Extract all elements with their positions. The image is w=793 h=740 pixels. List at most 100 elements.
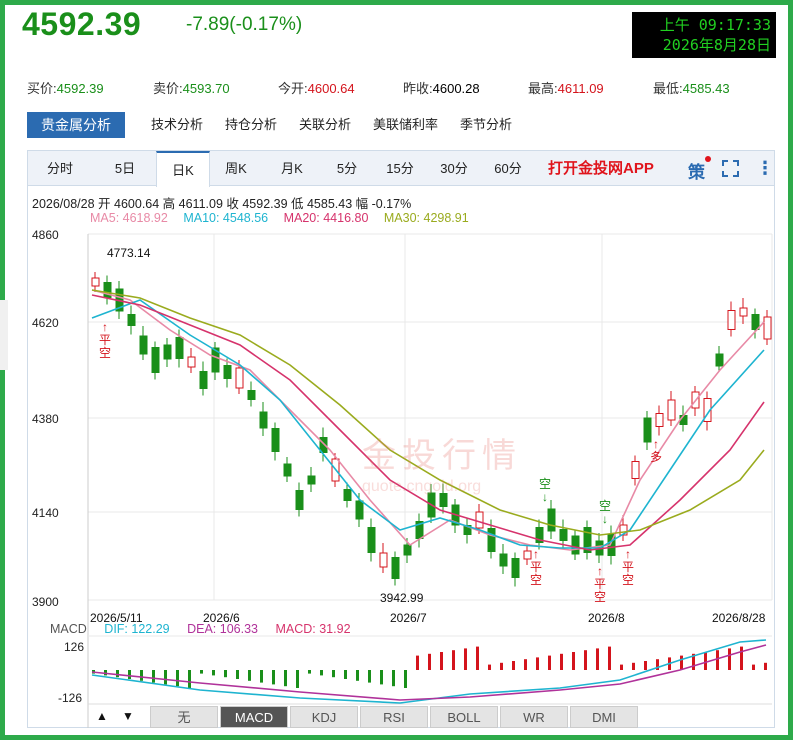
- macd-y-bottom: -126: [58, 691, 83, 705]
- candle-body: [367, 527, 376, 553]
- indicator-kdj[interactable]: KDJ: [290, 706, 358, 728]
- candle-body: [343, 489, 352, 501]
- watermark-url: quote.cngold.org: [362, 478, 482, 495]
- high-marker-label: 4773.14: [107, 246, 151, 260]
- indicator-dmi[interactable]: DMI: [570, 706, 638, 728]
- candle-body: [631, 461, 640, 479]
- y-axis-label: 4620: [32, 316, 59, 330]
- macd-bar: [140, 670, 143, 681]
- macd-bar: [152, 670, 155, 683]
- macd-bar: [260, 670, 263, 683]
- macd-bar: [704, 652, 707, 670]
- signal-marker: 空 ↓: [598, 499, 611, 526]
- macd-bar: [392, 670, 395, 687]
- candle-body: [655, 413, 664, 427]
- candle-body: [295, 490, 304, 510]
- signal-marker: ↑ 平空: [98, 320, 111, 360]
- y-axis-label: 4380: [32, 412, 59, 426]
- signal-marker: ↑ 多: [649, 437, 662, 464]
- macd-bar: [740, 646, 743, 670]
- macd-bar: [380, 670, 383, 685]
- macd-bar: [248, 670, 251, 681]
- dea-label: DEA: 106.33: [187, 622, 258, 636]
- candle-body: [259, 411, 268, 429]
- candle-body: [175, 337, 184, 359]
- macd-y-top: 126: [64, 640, 85, 654]
- indicator-none[interactable]: 无: [150, 706, 218, 728]
- macd-bar: [176, 670, 179, 687]
- candle-body: [307, 475, 316, 485]
- macd-bar: [236, 670, 239, 679]
- scroll-down-icon[interactable]: ▼: [122, 709, 134, 723]
- candle-body: [391, 557, 400, 579]
- y-axis-label: 3900: [32, 595, 59, 609]
- dif-label: DIF: 122.29: [104, 622, 170, 636]
- candle-body: [223, 365, 232, 379]
- macd-bar: [644, 661, 647, 670]
- macd-bar: [416, 655, 419, 670]
- low-marker-label: 3942.99: [380, 591, 424, 605]
- candle-body: [763, 316, 772, 340]
- macd-bar: [764, 662, 767, 670]
- dea-line: [91, 644, 767, 701]
- candle-body: [247, 390, 256, 400]
- macd-bar: [680, 655, 683, 670]
- macd-bar: [224, 670, 227, 678]
- macd-bar: [572, 652, 575, 670]
- indicator-wr[interactable]: WR: [500, 706, 568, 728]
- indicator-boll[interactable]: BOLL: [430, 706, 498, 728]
- candle-body: [547, 508, 556, 532]
- macd-bar: [752, 664, 755, 670]
- macd-bar: [524, 659, 527, 670]
- macd-bar: [728, 648, 731, 670]
- macd-bar: [356, 670, 359, 681]
- candle-body: [487, 528, 496, 552]
- indicator-rsi[interactable]: RSI: [360, 706, 428, 728]
- macd-bar: [596, 648, 599, 670]
- candle-body: [235, 367, 244, 389]
- macd-bar: [188, 670, 191, 688]
- macd-bar: [488, 664, 491, 670]
- macd-bar: [212, 670, 215, 676]
- macd-bar: [464, 648, 467, 670]
- macd-bar: [116, 670, 119, 678]
- macd-bar: [440, 652, 443, 670]
- macd-bar: [404, 670, 407, 688]
- macd-bar: [164, 670, 167, 685]
- macd-bar: [452, 650, 455, 670]
- macd-bar: [368, 670, 371, 683]
- macd-bar: [200, 670, 203, 674]
- dif-line: [91, 639, 767, 704]
- y-axis-label: 4860: [32, 228, 59, 242]
- macd-bar: [536, 657, 539, 670]
- candle-body: [271, 428, 280, 452]
- candle-body: [139, 335, 148, 355]
- candle-body: [187, 356, 196, 368]
- macd-bar: [284, 670, 287, 687]
- candle-body: [127, 314, 136, 326]
- x-axis-label: 2026/8: [588, 611, 625, 625]
- macd-name: MACD: [50, 622, 87, 636]
- scroll-up-icon[interactable]: ▲: [96, 709, 108, 723]
- y-axis-label: 4140: [32, 506, 59, 520]
- candle-body: [715, 353, 724, 367]
- candle-body: [403, 544, 412, 556]
- candle-body: [751, 314, 760, 330]
- candle-body: [355, 500, 364, 520]
- x-axis-label: 2026/7: [390, 611, 427, 625]
- candle-body: [379, 552, 388, 568]
- indicator-macd[interactable]: MACD: [220, 706, 288, 728]
- candle-body: [151, 347, 160, 373]
- candle-body: [199, 371, 208, 389]
- x-axis-label: 2026/8/28: [712, 611, 766, 625]
- candle-body: [511, 558, 520, 578]
- macd-bar: [128, 670, 131, 679]
- candle-body: [667, 399, 676, 421]
- macd-bar: [584, 650, 587, 670]
- candle-body: [559, 529, 568, 541]
- macd-bar: [332, 670, 335, 678]
- macd-bar: [476, 646, 479, 670]
- candle-body: [571, 535, 580, 555]
- candle-body: [499, 553, 508, 567]
- macd-bar: [716, 650, 719, 670]
